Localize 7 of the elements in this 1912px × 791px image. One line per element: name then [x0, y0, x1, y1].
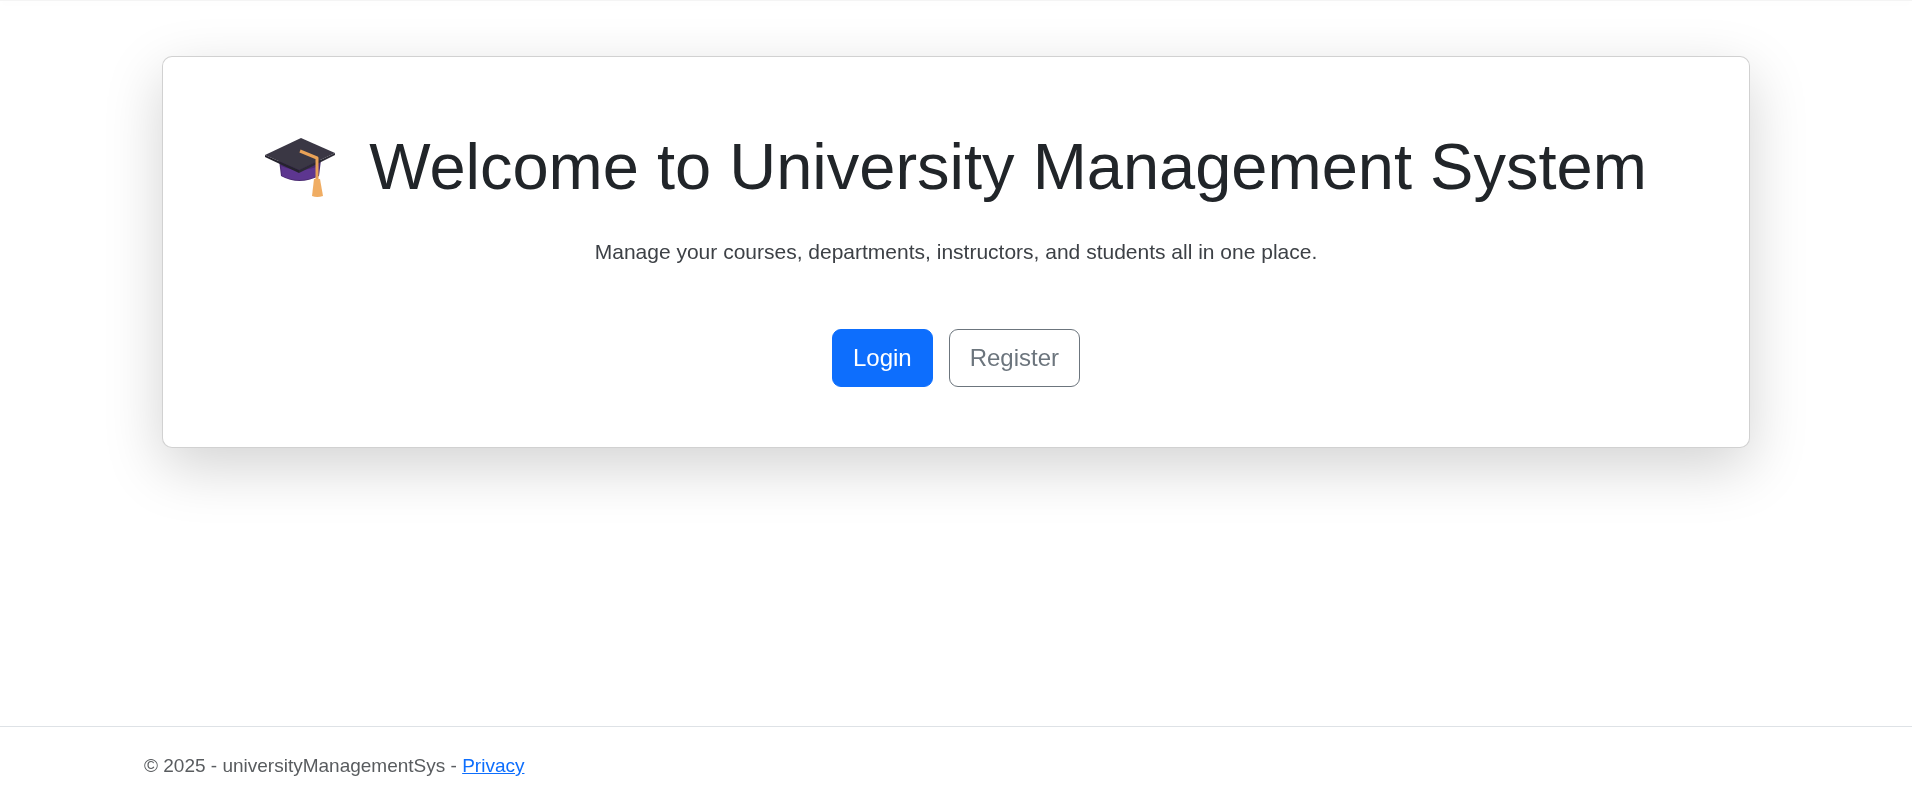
privacy-link[interactable]: Privacy	[462, 755, 525, 776]
welcome-title: Welcome to University Management System	[369, 129, 1647, 205]
footer-text: © 2025 - universityManagementSys - Privacy	[144, 754, 526, 778]
register-button[interactable]: Register	[948, 329, 1081, 387]
login-button[interactable]: Login	[831, 329, 933, 387]
welcome-subtitle: Manage your courses, departments, instructors, and students all in one place.	[594, 239, 1318, 265]
graduation-cap-icon	[265, 136, 336, 198]
